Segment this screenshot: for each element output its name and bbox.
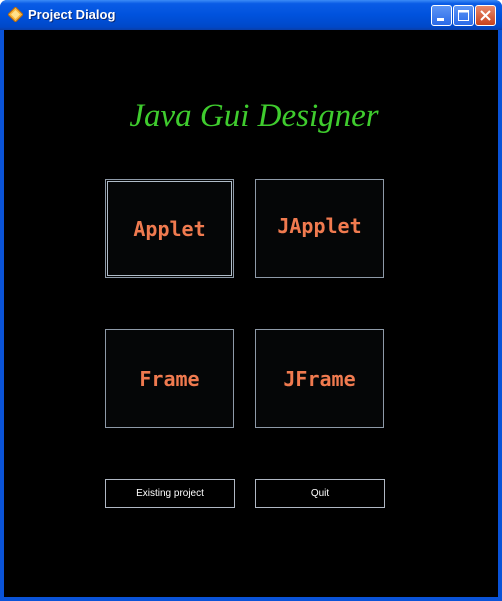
project-dialog-window: Project Dialog Java Gui Designer Applet … (0, 0, 502, 601)
quit-button[interactable]: Quit (255, 479, 385, 508)
maximize-button[interactable] (453, 5, 474, 26)
close-icon (480, 10, 491, 21)
title-bar[interactable]: Project Dialog (0, 0, 502, 30)
frame-button[interactable]: Frame (105, 329, 234, 428)
close-button[interactable] (475, 5, 496, 26)
minimize-icon (437, 18, 444, 21)
window-title: Project Dialog (28, 7, 116, 22)
app-heading: Java Gui Designer (129, 98, 379, 134)
dialog-content: Java Gui Designer Applet JApplet Frame J… (4, 30, 498, 597)
japplet-button[interactable]: JApplet (255, 179, 384, 278)
java-app-icon (7, 6, 24, 23)
minimize-button[interactable] (431, 5, 452, 26)
applet-button[interactable]: Applet (105, 179, 234, 278)
existing-project-button[interactable]: Existing project (105, 479, 235, 508)
jframe-button[interactable]: JFrame (255, 329, 384, 428)
maximize-icon (458, 10, 469, 21)
